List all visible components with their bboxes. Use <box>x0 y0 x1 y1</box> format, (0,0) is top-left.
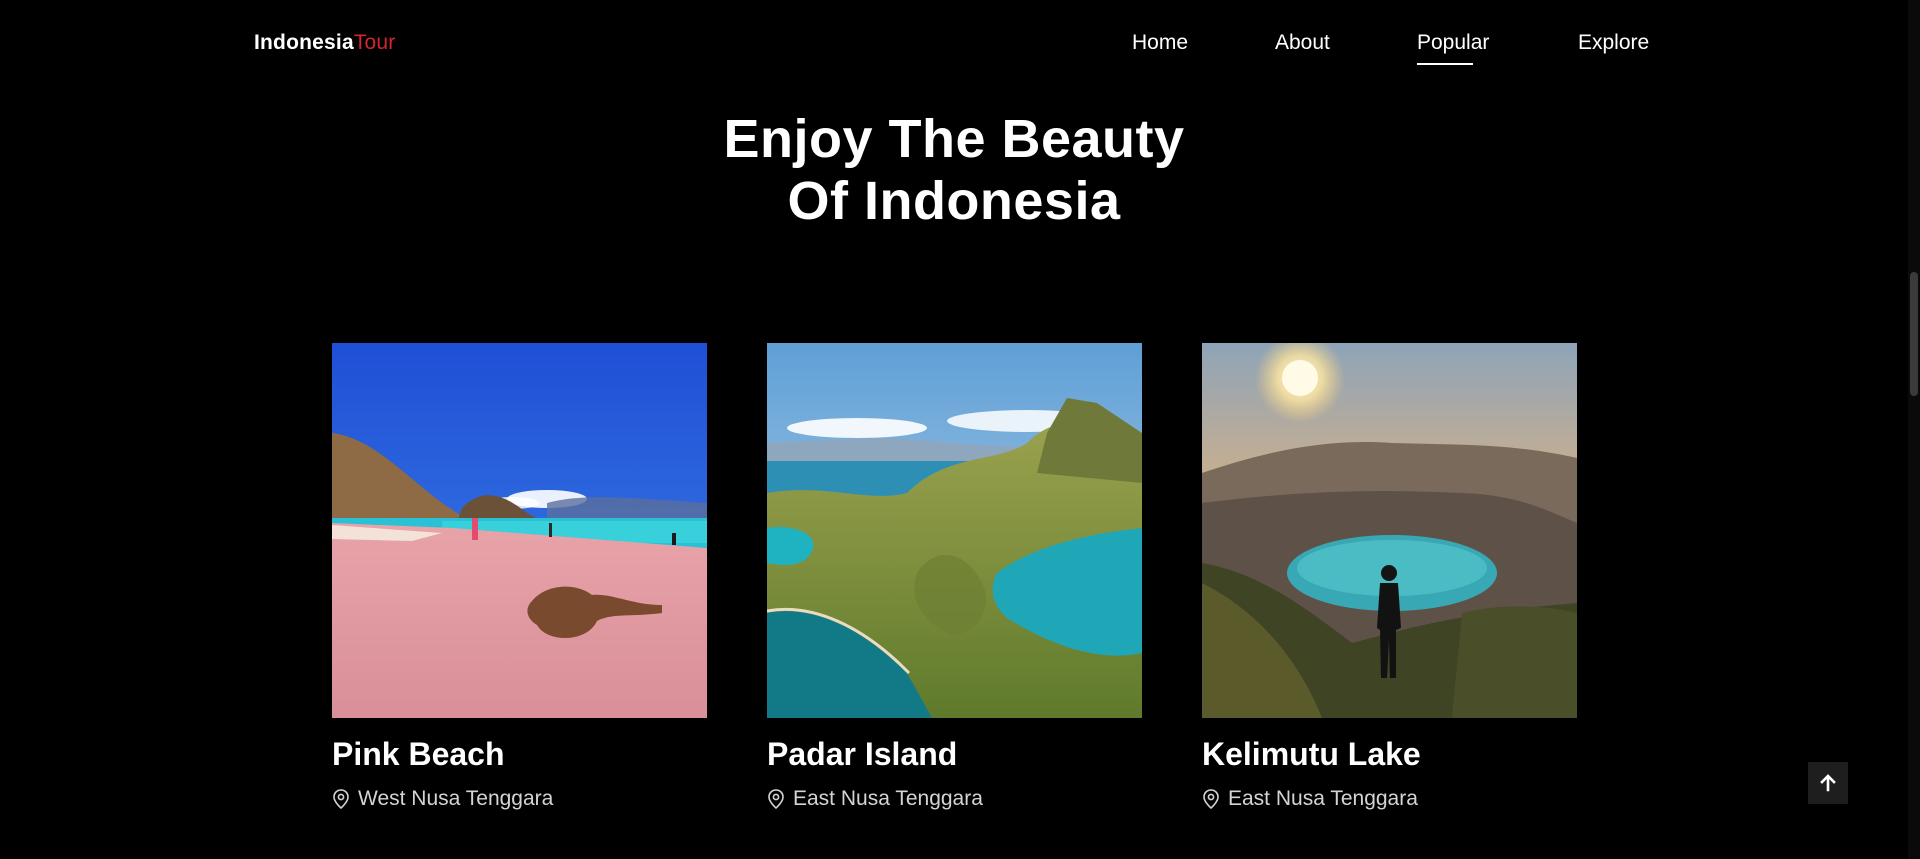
card-location-text: East Nusa Tenggara <box>793 787 983 810</box>
pink-beach-photo <box>332 343 707 718</box>
nav-link-explore[interactable]: Explore <box>1578 31 1649 55</box>
destination-card-padar-island[interactable]: Padar Island East Nusa Tenggara <box>767 343 1142 810</box>
arrow-up-icon <box>1820 774 1836 792</box>
card-location: West Nusa Tenggara <box>332 787 553 811</box>
main-nav: Home About Popular Explore <box>0 31 1908 71</box>
card-location: East Nusa Tenggara <box>767 787 983 811</box>
location-pin-icon <box>1203 789 1219 809</box>
page-scrollbar[interactable] <box>1908 0 1920 859</box>
section-title-line-1: Enjoy The Beauty <box>723 109 1185 169</box>
nav-link-home[interactable]: Home <box>1132 31 1188 55</box>
padar-island-photo <box>767 343 1142 718</box>
card-title[interactable]: Kelimutu Lake <box>1202 736 1421 773</box>
card-title[interactable]: Pink Beach <box>332 736 505 773</box>
site-header: IndonesiaTour Home About Popular Explore <box>0 0 1908 90</box>
location-pin-icon <box>768 789 784 809</box>
nav-link-popular[interactable]: Popular <box>1417 31 1489 65</box>
section-title-line-2: Of Indonesia <box>787 171 1121 231</box>
scroll-top-button[interactable] <box>1808 762 1848 804</box>
destination-card-kelimutu-lake[interactable]: Kelimutu Lake East Nusa Tenggara <box>1202 343 1577 810</box>
location-pin-icon <box>333 789 349 809</box>
destination-card-pink-beach[interactable]: Pink Beach West Nusa Tenggara <box>332 343 707 810</box>
nav-link-about[interactable]: About <box>1275 31 1330 55</box>
kelimutu-lake-photo <box>1202 343 1577 718</box>
card-location-text: West Nusa Tenggara <box>358 787 554 810</box>
card-location: East Nusa Tenggara <box>1202 787 1418 811</box>
card-location-text: East Nusa Tenggara <box>1228 787 1418 810</box>
section-title: Enjoy The Beauty Of Indonesia <box>0 108 1908 232</box>
card-title[interactable]: Padar Island <box>767 736 957 773</box>
scrollbar-thumb[interactable] <box>1910 272 1918 396</box>
